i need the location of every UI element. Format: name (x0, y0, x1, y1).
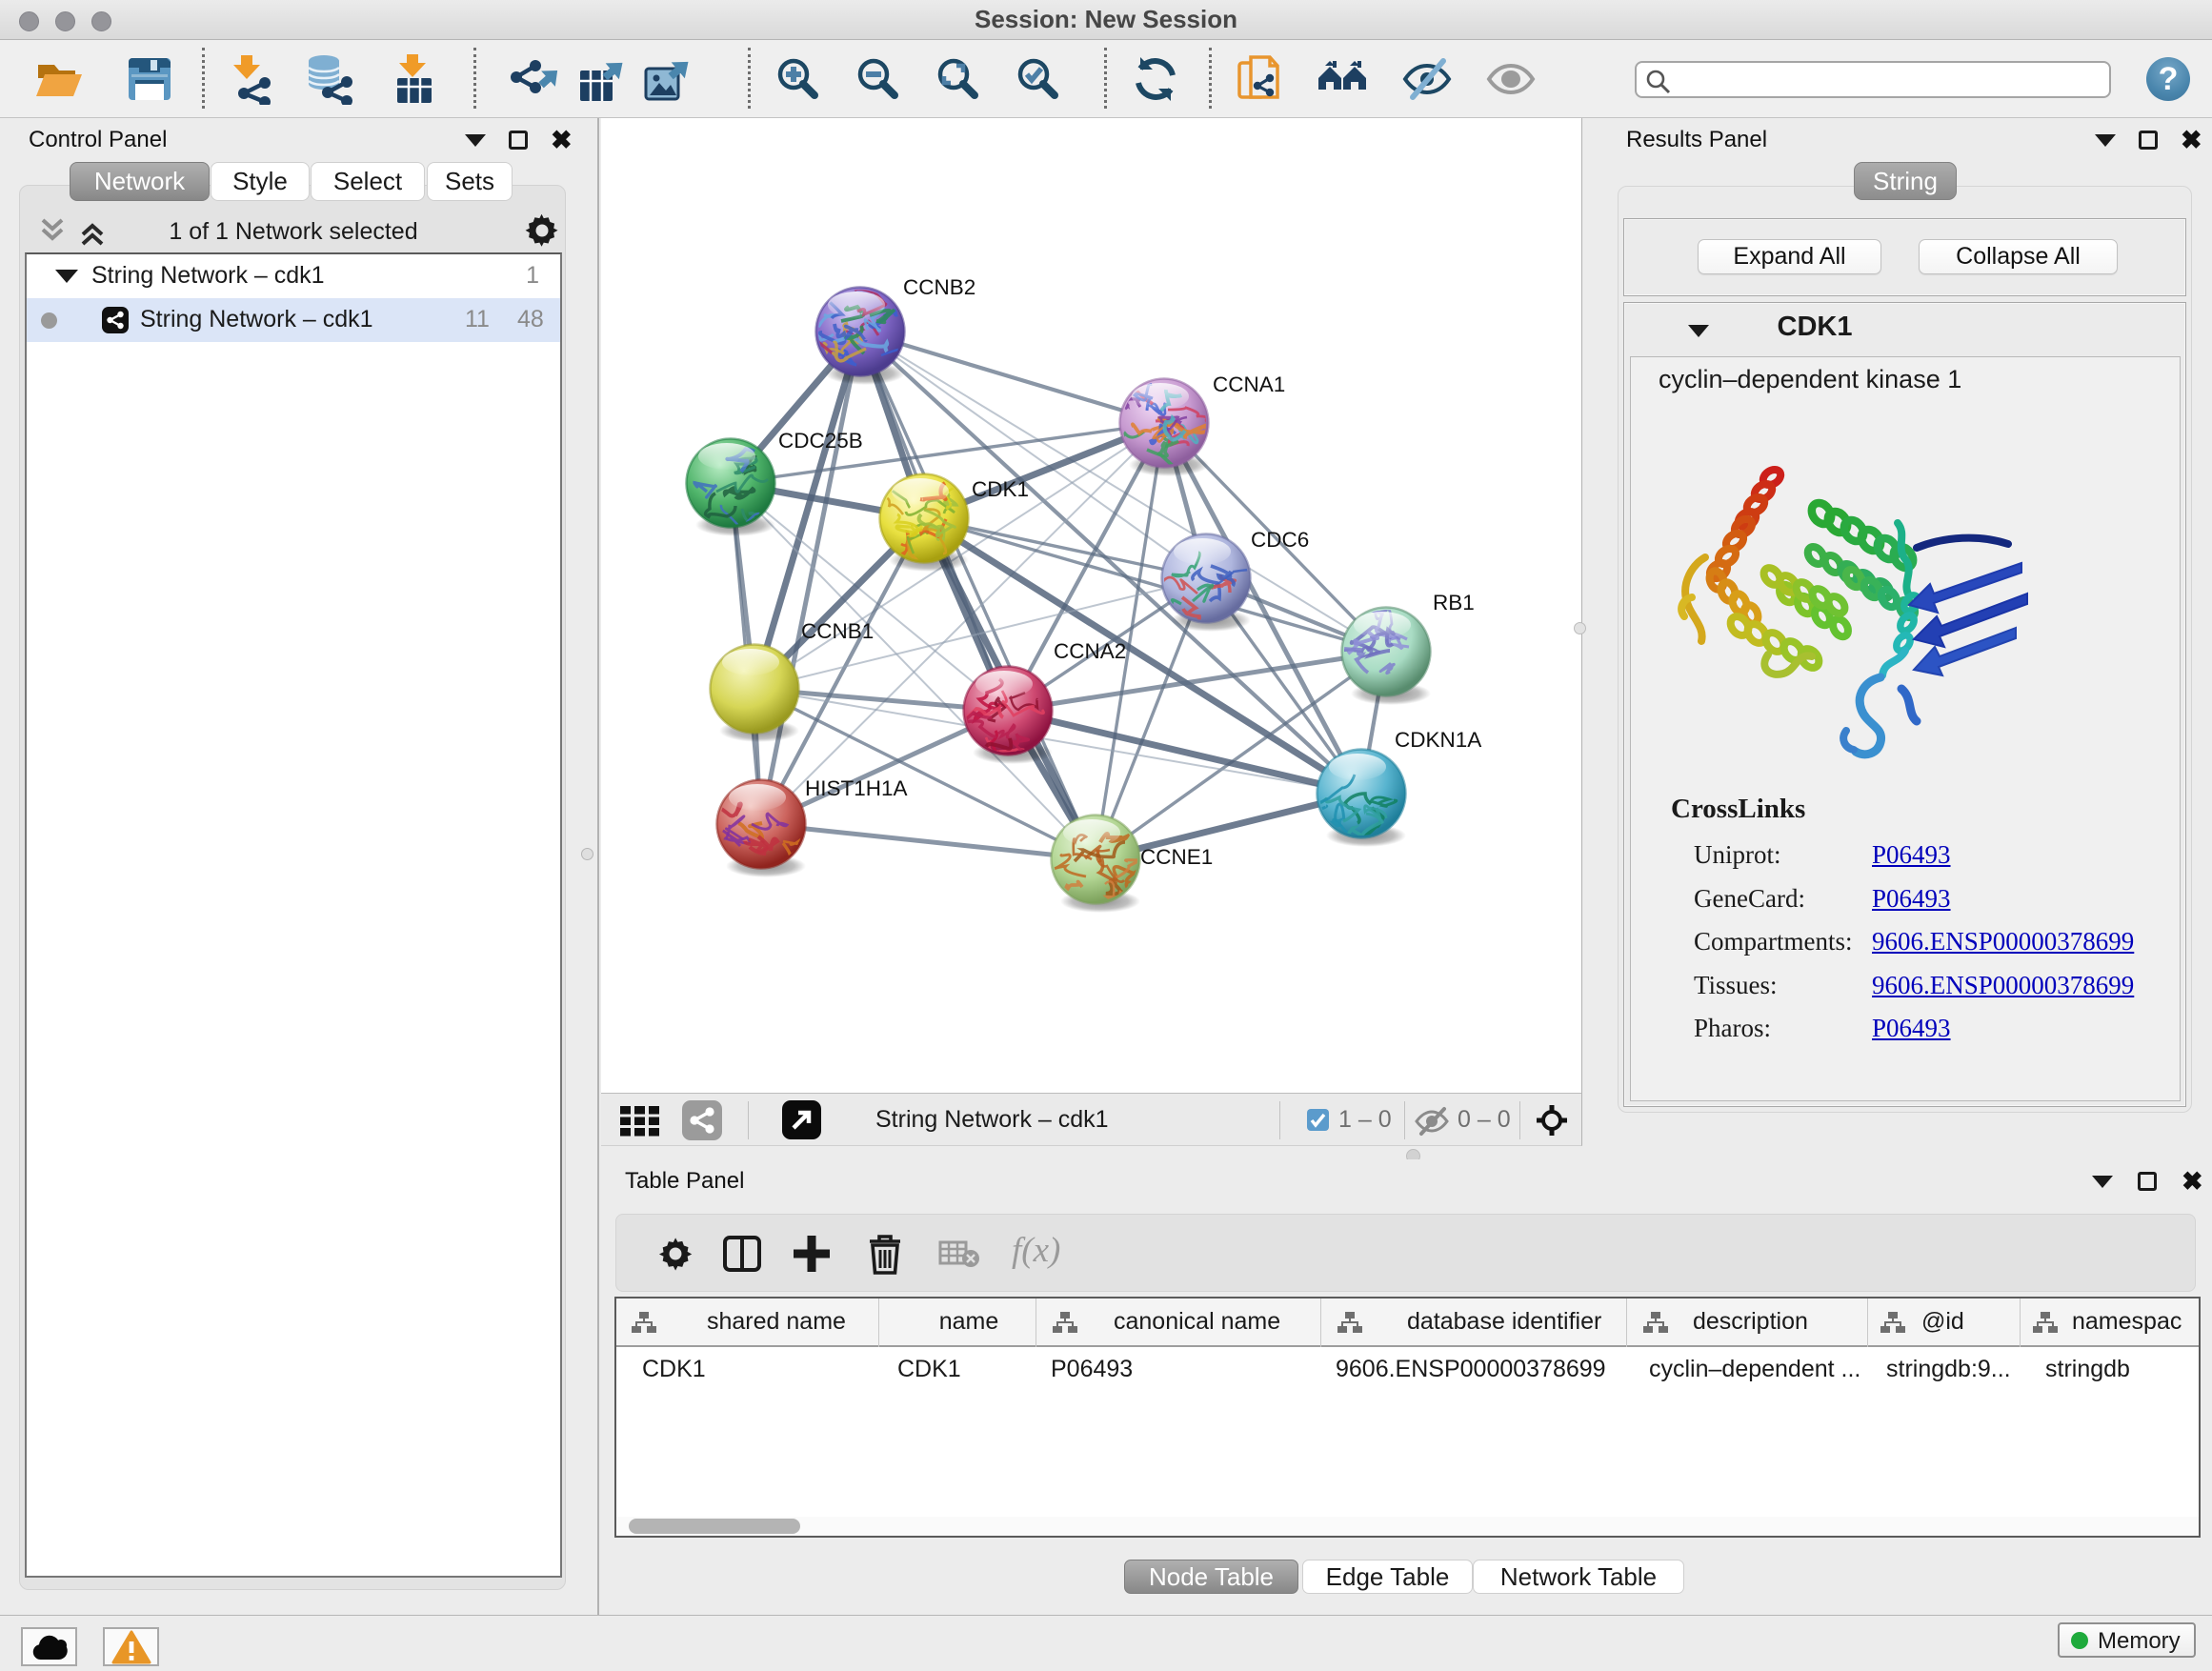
svg-text:CCNA1: CCNA1 (1213, 372, 1285, 396)
svg-text:CDC6: CDC6 (1251, 528, 1309, 552)
svg-text:CCNE1: CCNE1 (1140, 845, 1213, 869)
svg-text:RB1: RB1 (1433, 591, 1475, 614)
svg-text:CDK1: CDK1 (972, 477, 1029, 501)
svg-text:CCNB2: CCNB2 (903, 275, 975, 299)
svg-text:CCNB1: CCNB1 (801, 619, 874, 643)
svg-text:HIST1H1A: HIST1H1A (805, 776, 908, 800)
svg-text:CCNA2: CCNA2 (1054, 639, 1126, 663)
svg-text:CDC25B: CDC25B (778, 429, 863, 453)
svg-text:CDKN1A: CDKN1A (1395, 728, 1481, 752)
